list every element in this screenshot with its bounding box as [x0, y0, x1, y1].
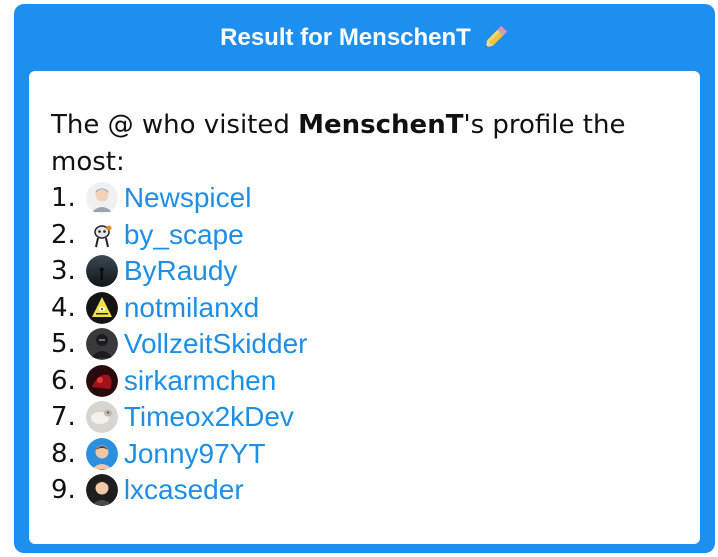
list-item: 9. lxcaseder — [51, 472, 680, 509]
list-item: 5. VollzeitSkidder — [51, 326, 680, 363]
visitor-link[interactable]: VollzeitSkidder — [124, 326, 308, 363]
intro-username: MenschenT — [298, 110, 464, 140]
list-item: 6. sirkarmchen — [51, 363, 680, 400]
visitor-link[interactable]: by_scape — [124, 217, 244, 254]
visitor-link[interactable]: Jonny97YT — [124, 436, 266, 473]
pencil-icon — [481, 24, 509, 52]
intro-text: The @ who visited MenschenT's profile th… — [51, 107, 671, 180]
visitor-link[interactable]: lxcaseder — [124, 472, 244, 509]
avatar-memoji-dark[interactable] — [85, 474, 118, 507]
rank-number: 4. — [51, 292, 76, 323]
rank-number: 2. — [51, 219, 76, 250]
avatar-cartoon-character[interactable] — [85, 218, 118, 251]
avatar-dark-landscape[interactable] — [85, 255, 118, 288]
rank-number: 1. — [51, 183, 76, 213]
list-item: 8. Jonny97YT — [51, 436, 680, 473]
visitor-link[interactable]: ByRaudy — [124, 253, 238, 290]
avatar-memoji-gray[interactable] — [85, 182, 118, 215]
rank-number: 5. — [51, 329, 76, 359]
card-title: Result for MenschenT — [220, 24, 471, 51]
card-body: The @ who visited MenschenT's profile th… — [29, 71, 700, 544]
avatar-blue-person[interactable] — [85, 437, 118, 470]
visitor-link[interactable]: Newspicel — [124, 180, 252, 217]
list-item: 7. Timeox2kDev — [51, 399, 680, 436]
avatar-dark-figure[interactable] — [85, 328, 118, 361]
visitor-link[interactable]: notmilanxd — [124, 290, 259, 327]
avatar-red-dark[interactable] — [85, 364, 118, 397]
list-item: 1. Newspicel — [51, 180, 680, 217]
list-item: 4. notmilanxd — [51, 290, 680, 327]
avatar-yellow-triangle[interactable] — [85, 291, 118, 324]
rank-number: 7. — [51, 402, 76, 432]
rank-number: 8. — [51, 438, 76, 469]
card-header: Result for MenschenT — [14, 4, 715, 72]
result-card: Result for MenschenT The @ who visited M… — [14, 4, 715, 553]
visitor-list: 1. Newspicel 2. by_scape 3. ByRaudy 4. n… — [51, 180, 680, 509]
list-item: 2. by_scape — [51, 217, 680, 254]
visitor-link[interactable]: sirkarmchen — [124, 363, 276, 400]
visitor-link[interactable]: Timeox2kDev — [124, 399, 294, 436]
list-item: 3. ByRaudy — [51, 253, 680, 290]
intro-prefix: The @ who visited — [51, 110, 299, 140]
rank-number: 3. — [51, 256, 76, 286]
rank-number: 6. — [51, 365, 76, 396]
avatar-light-animal[interactable] — [85, 401, 118, 434]
rank-number: 9. — [51, 475, 76, 505]
